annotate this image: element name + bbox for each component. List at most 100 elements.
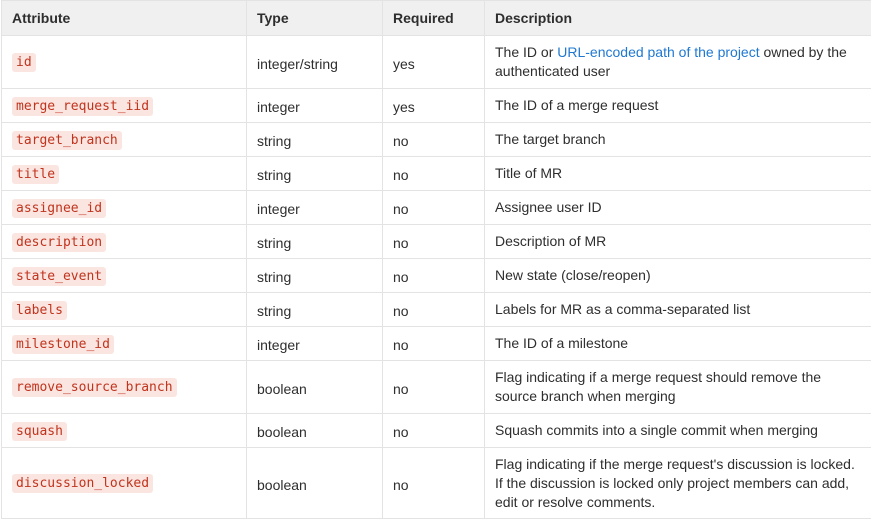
required-value: no (393, 424, 409, 440)
required-value: no (393, 337, 409, 353)
description-cell: The ID of a milestone (484, 326, 871, 361)
type-cell: boolean (246, 360, 383, 414)
required-cell: no (382, 292, 485, 327)
required-value: no (393, 476, 409, 493)
type-cell: string (246, 292, 383, 327)
table-row: target_branch string no The target branc… (1, 122, 871, 157)
required-value: no (393, 201, 409, 217)
type-cell: string (246, 156, 383, 191)
description-cell: Squash commits into a single commit when… (484, 413, 871, 448)
required-cell: yes (382, 35, 485, 89)
type-cell: string (246, 122, 383, 157)
required-value: no (393, 167, 409, 183)
required-cell: no (382, 326, 485, 361)
table-header: Attribute Type Required Description (1, 0, 871, 36)
type-value: boolean (257, 476, 307, 493)
description-cell: Flag indicating if a merge request shoul… (484, 360, 871, 414)
required-cell: no (382, 224, 485, 259)
required-cell: no (382, 258, 485, 293)
description-cell: Flag indicating if the merge request's d… (484, 447, 871, 519)
table-row: milestone_id integer no The ID of a mile… (1, 326, 871, 361)
header-row: Attribute Type Required Description (1, 0, 871, 36)
attribute-code: description (12, 232, 107, 252)
header-attribute: Attribute (1, 0, 247, 36)
description-cell: Description of MR (484, 224, 871, 259)
required-cell: no (382, 156, 485, 191)
attribute-cell: milestone_id (1, 326, 247, 361)
table-row: discussion_locked boolean no Flag indica… (1, 447, 871, 519)
attribute-cell: merge_request_iid (1, 88, 247, 123)
required-value: no (393, 380, 409, 397)
attribute-cell: target_branch (1, 122, 247, 157)
table-row: squash boolean no Squash commits into a … (1, 413, 871, 448)
required-value: no (393, 269, 409, 285)
type-value: string (257, 167, 292, 183)
type-value: boolean (257, 380, 307, 397)
type-cell: boolean (246, 413, 383, 448)
required-value: no (393, 133, 409, 149)
attribute-code: target_branch (12, 130, 122, 150)
attribute-code: assignee_id (12, 198, 107, 218)
type-value: boolean (257, 424, 307, 440)
attribute-cell: labels (1, 292, 247, 327)
required-cell: no (382, 122, 485, 157)
description-cell: Labels for MR as a comma-separated list (484, 292, 871, 327)
description-cell: The target branch (484, 122, 871, 157)
required-value: yes (393, 55, 415, 72)
table-body: id integer/string yes The ID or URL-enco… (1, 35, 871, 519)
table-row: id integer/string yes The ID or URL-enco… (1, 35, 871, 89)
type-value: string (257, 303, 292, 319)
attribute-code: labels (12, 300, 67, 320)
attribute-cell: id (1, 35, 247, 89)
attribute-code: remove_source_branch (12, 378, 177, 397)
type-cell: string (246, 224, 383, 259)
table-row: merge_request_iid integer yes The ID of … (1, 88, 871, 123)
type-cell: string (246, 258, 383, 293)
attribute-cell: remove_source_branch (1, 360, 247, 414)
type-value: string (257, 133, 292, 149)
attribute-cell: assignee_id (1, 190, 247, 225)
attribute-code: id (12, 53, 36, 72)
description-cell: Assignee user ID (484, 190, 871, 225)
attribute-code: milestone_id (12, 334, 114, 354)
parameters-table: Attribute Type Required Description id i… (1, 0, 871, 519)
type-cell: integer (246, 190, 383, 225)
type-value: integer (257, 99, 300, 115)
type-value: integer (257, 201, 300, 217)
type-cell: integer (246, 326, 383, 361)
type-cell: boolean (246, 447, 383, 519)
description-text-pre: The ID or (495, 44, 558, 60)
attribute-cell: squash (1, 413, 247, 448)
required-cell: yes (382, 88, 485, 123)
type-value: string (257, 235, 292, 251)
attribute-code: merge_request_iid (12, 96, 154, 116)
type-cell: integer (246, 88, 383, 123)
type-value: integer/string (257, 55, 338, 72)
attribute-cell: discussion_locked (1, 447, 247, 519)
attribute-cell: description (1, 224, 247, 259)
required-cell: no (382, 447, 485, 519)
description-cell: Title of MR (484, 156, 871, 191)
required-cell: no (382, 360, 485, 414)
table-row: title string no Title of MR (1, 156, 871, 191)
required-cell: no (382, 413, 485, 448)
type-value: integer (257, 337, 300, 353)
attribute-code: title (12, 164, 60, 184)
attribute-cell: title (1, 156, 247, 191)
type-value: string (257, 269, 292, 285)
required-value: yes (393, 99, 415, 115)
table-row: labels string no Labels for MR as a comm… (1, 292, 871, 327)
description-cell: The ID of a merge request (484, 88, 871, 123)
table-row: assignee_id integer no Assignee user ID (1, 190, 871, 225)
description-cell: The ID or URL-encoded path of the projec… (484, 35, 871, 89)
type-cell: integer/string (246, 35, 383, 89)
header-required: Required (382, 0, 485, 36)
required-value: no (393, 235, 409, 251)
table-row: description string no Description of MR (1, 224, 871, 259)
attribute-cell: state_event (1, 258, 247, 293)
table-row: state_event string no New state (close/r… (1, 258, 871, 293)
header-type: Type (246, 0, 383, 36)
url-encoded-path-link[interactable]: URL-encoded path of the project (557, 44, 759, 60)
required-value: no (393, 303, 409, 319)
description-cell: New state (close/reopen) (484, 258, 871, 293)
